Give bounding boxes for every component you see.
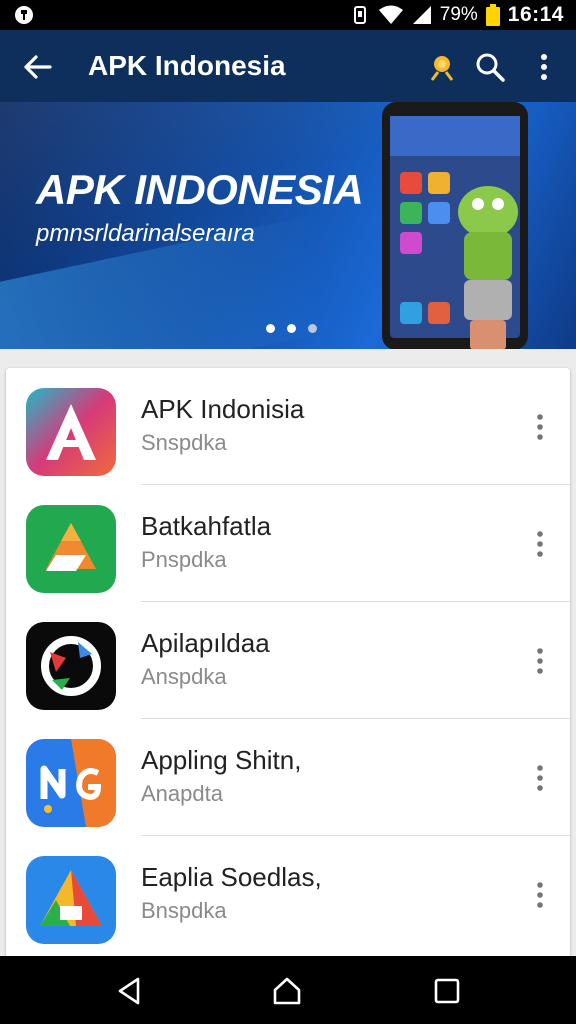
vibrate-icon <box>353 6 366 24</box>
app-name: APK Indonisia <box>141 394 305 424</box>
back-triangle-icon[interactable] <box>114 976 144 1006</box>
page-title: APK Indonesia <box>88 50 286 81</box>
status-bar: 79% 16:14 <box>0 0 576 30</box>
system-nav-bar <box>0 956 576 1024</box>
app-subtitle: Anspdka <box>141 664 227 689</box>
coin-icon[interactable] <box>428 52 456 82</box>
app-subtitle: Snspdka <box>141 430 227 455</box>
app-list: APK Indonisia Snspdka Batkahfatla Pnspdk… <box>6 368 570 958</box>
app-icon-batkahfatla <box>26 505 116 593</box>
more-vert-icon[interactable] <box>530 763 550 793</box>
list-item[interactable]: Eaplia Soedlas, Bnspdka <box>6 836 570 953</box>
phone-robot-illustration <box>382 102 528 349</box>
search-icon[interactable] <box>474 51 506 83</box>
banner-heading: APK INDONESIA <box>36 166 364 213</box>
pagination-dot-active[interactable] <box>287 324 296 333</box>
app-name: Eaplia Soedlas, <box>141 862 322 892</box>
list-item[interactable]: APK Indonisia Snspdka <box>6 368 570 485</box>
promo-banner[interactable]: APK INDONESIA pmnsrldarinalseraıra <box>0 102 576 349</box>
list-item[interactable]: Apilapıldaa Anspdka <box>6 602 570 719</box>
app-notification-icon <box>15 6 33 24</box>
more-vert-icon[interactable] <box>530 529 550 559</box>
list-item[interactable]: Appling Shitn, Anapdta <box>6 719 570 836</box>
app-bar: APK Indonesia <box>0 30 576 102</box>
app-name: Appling Shitn, <box>141 745 302 775</box>
more-vert-icon[interactable] <box>530 52 558 82</box>
clock: 16:14 <box>507 3 564 26</box>
pagination-dot[interactable] <box>266 324 275 333</box>
banner-pagination <box>266 324 317 333</box>
more-vert-icon[interactable] <box>530 412 550 442</box>
app-subtitle: Bnspdka <box>141 898 227 923</box>
battery-percent: 79% <box>439 4 478 25</box>
app-name: Apilapıldaa <box>141 628 270 658</box>
app-icon-appling-shitn <box>26 739 116 827</box>
app-icon-apilapildaa <box>26 622 116 710</box>
app-icon-apk-indonisia <box>26 388 116 476</box>
app-icon-eaplia-soedlas <box>26 856 116 944</box>
recents-icon[interactable] <box>432 976 462 1006</box>
battery-icon <box>485 4 500 26</box>
signal-icon <box>412 6 431 24</box>
more-vert-icon[interactable] <box>530 880 550 910</box>
app-subtitle: Anapdta <box>141 781 223 806</box>
app-name: Batkahfatla <box>141 511 272 541</box>
list-item[interactable]: Batkahfatla Pnspdka <box>6 485 570 602</box>
app-subtitle: Pnspdka <box>141 547 227 572</box>
home-icon[interactable] <box>272 976 302 1006</box>
back-arrow-icon[interactable] <box>20 50 54 84</box>
more-vert-icon[interactable] <box>530 646 550 676</box>
banner-subheading: pmnsrldarinalseraıra <box>36 220 255 247</box>
pagination-dot[interactable] <box>308 324 317 333</box>
wifi-icon <box>378 5 403 24</box>
